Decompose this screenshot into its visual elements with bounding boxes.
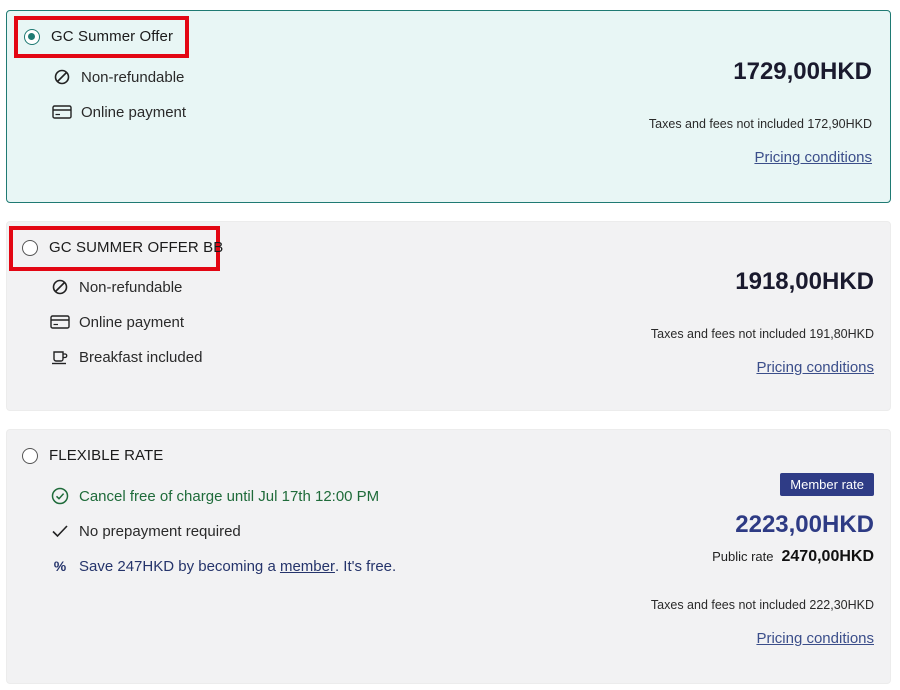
rate-name: FLEXIBLE RATE bbox=[49, 447, 164, 464]
no-entry-icon bbox=[50, 278, 70, 296]
radio-button[interactable] bbox=[22, 239, 38, 256]
savings-text-after: . It's free. bbox=[334, 557, 397, 575]
public-rate-label: Public rate bbox=[712, 549, 774, 564]
pricing-conditions-link[interactable]: Pricing conditions bbox=[754, 149, 872, 166]
member-rate-badge: Member rate bbox=[780, 473, 874, 496]
pricing-conditions-link[interactable]: Pricing conditions bbox=[756, 359, 874, 376]
credit-card-icon bbox=[52, 103, 72, 121]
rate-price: 1729,00HKD bbox=[733, 58, 872, 85]
feature-label: Cancel free of charge until Jul 17th 12:… bbox=[79, 487, 380, 505]
rate-option-3[interactable]: FLEXIBLE RATE bbox=[22, 447, 163, 464]
rate-option-2[interactable]: GC SUMMER OFFER BB bbox=[22, 239, 223, 256]
feature-non-refundable: Non-refundable bbox=[52, 68, 184, 86]
feature-label: Online payment bbox=[81, 103, 187, 121]
percent-icon: % bbox=[53, 558, 67, 574]
feature-non-refundable: Non-refundable bbox=[50, 278, 182, 296]
feature-no-prepayment: No prepayment required bbox=[50, 522, 241, 540]
pricing-conditions-link[interactable]: Pricing conditions bbox=[756, 630, 874, 647]
rate-option-1[interactable]: GC Summer Offer bbox=[24, 28, 173, 45]
feature-label: Non-refundable bbox=[81, 68, 185, 86]
feature-label: Non-refundable bbox=[79, 278, 183, 296]
checkmark-icon bbox=[50, 522, 70, 540]
feature-label: Breakfast included bbox=[79, 348, 203, 366]
savings-text-before: Save 247HKD by becoming a bbox=[79, 557, 280, 575]
check-circle-icon bbox=[50, 487, 70, 505]
coffee-cup-icon bbox=[50, 348, 70, 366]
feature-online-payment: Online payment bbox=[50, 313, 184, 331]
taxes-note: Taxes and fees not included 222,30HKD bbox=[650, 598, 874, 612]
public-rate: Public rate 2470,00HKD bbox=[712, 548, 874, 566]
rate-name: GC SUMMER OFFER BB bbox=[49, 239, 224, 256]
feature-free-cancellation: Cancel free of charge until Jul 17th 12:… bbox=[50, 487, 379, 505]
radio-button[interactable] bbox=[22, 447, 38, 464]
feature-label: Online payment bbox=[79, 313, 185, 331]
public-rate-value: 2470,00HKD bbox=[781, 548, 875, 565]
member-link[interactable]: member bbox=[280, 558, 335, 575]
radio-button-selected[interactable] bbox=[24, 28, 40, 45]
rate-price: 1918,00HKD bbox=[735, 268, 874, 295]
rate-name: GC Summer Offer bbox=[51, 28, 174, 45]
taxes-note: Taxes and fees not included 191,80HKD bbox=[650, 327, 874, 341]
feature-label: No prepayment required bbox=[79, 522, 241, 540]
member-price: 2223,00HKD bbox=[735, 511, 874, 538]
credit-card-icon bbox=[50, 313, 70, 331]
feature-member-savings: % Save 247HKD by becoming a member . It'… bbox=[50, 557, 396, 575]
feature-breakfast: Breakfast included bbox=[50, 348, 202, 366]
no-entry-icon bbox=[52, 68, 72, 86]
taxes-note: Taxes and fees not included 172,90HKD bbox=[648, 117, 872, 131]
feature-online-payment: Online payment bbox=[52, 103, 186, 121]
